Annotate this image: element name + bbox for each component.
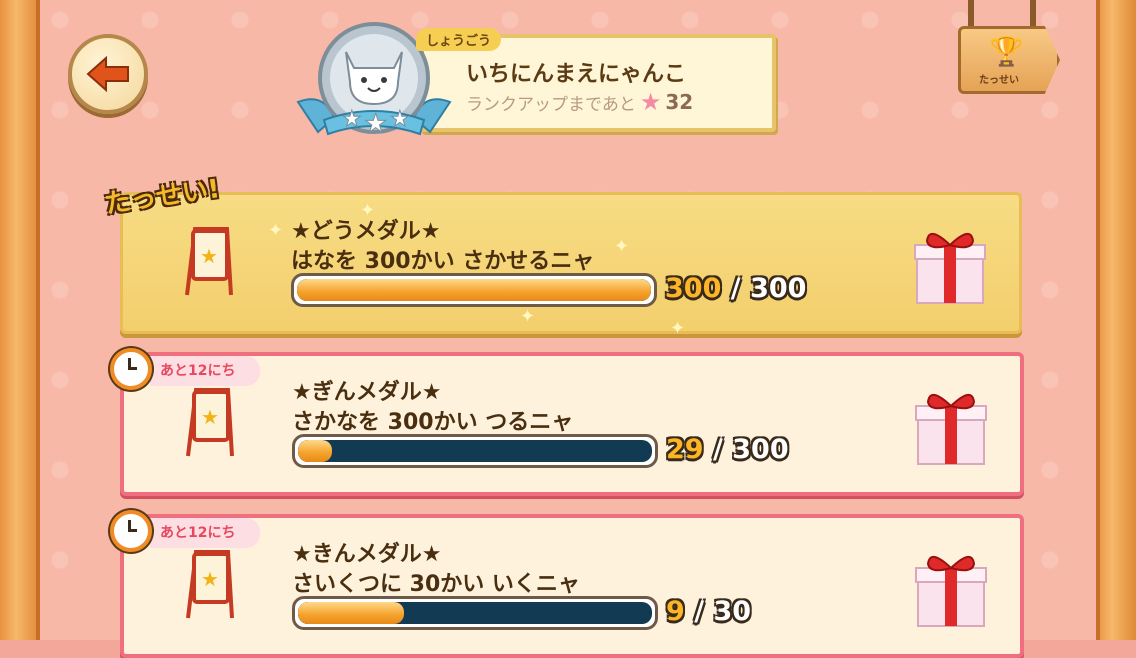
progress-target: 30 (713, 596, 752, 627)
progress-count: 29 / 300 (666, 434, 789, 465)
achievements-sign-button[interactable]: 🏆 たっせい (958, 26, 1060, 94)
progress-current: 29 (666, 434, 704, 465)
clock-icon (110, 510, 152, 552)
achievement-row: ★ ★どうメダル★ はなを 300かい さかせるニャ 300 / 300 (120, 192, 1022, 334)
gift-box-button[interactable] (914, 546, 988, 628)
svg-text:★: ★ (342, 107, 362, 132)
progress-separator: / (730, 273, 741, 304)
time-left-badge: あと12にち (150, 518, 260, 548)
progress-fill (298, 440, 333, 462)
svg-text:★: ★ (201, 405, 219, 429)
title-tag: しょうごう (416, 28, 502, 51)
task-text: さいくつに 30かい いくニャ (292, 572, 580, 597)
time-left-badge: あと12にち (150, 356, 260, 386)
svg-text:★: ★ (201, 567, 219, 591)
rank-up-info: ランクアップまであと ★ 32 (466, 88, 693, 116)
sparkle: ✦ (614, 236, 630, 257)
right-frame (1096, 0, 1136, 640)
achievements-sign-label: たっせい (979, 75, 1019, 86)
sparkle: ✦ (268, 220, 284, 241)
title-name: いちにんまえにゃんこ (466, 62, 687, 87)
progress-count: 300 / 300 (665, 273, 806, 304)
sparkle: ✦ (520, 306, 536, 327)
rank-up-label: ランクアップまであと (466, 94, 636, 115)
svg-text:★: ★ (364, 109, 387, 139)
trophy-icon: 🏆 (989, 35, 1024, 68)
signboard-icon: ★ (185, 227, 233, 296)
medal-name: ★ぎんメダル★ (292, 380, 442, 405)
progress-bar (292, 596, 658, 630)
left-frame (0, 0, 40, 640)
progress-current: 9 (666, 596, 685, 627)
progress-bar (292, 434, 658, 468)
progress-separator: / (694, 596, 705, 627)
svg-text:★: ★ (200, 244, 218, 268)
signboard-icon: ★ (186, 388, 234, 457)
clock-icon (110, 348, 152, 390)
gift-box-button[interactable] (914, 384, 988, 466)
back-arrow-icon (86, 56, 129, 92)
task-text: さかなを 300かい つるニャ (292, 410, 574, 435)
pink-star-icon: ★ (639, 88, 662, 116)
sparkle: ✦ (670, 318, 686, 339)
progress-fill (298, 602, 405, 624)
medal-name: ★きんメダル★ (292, 542, 442, 567)
sparkle: ✦ (360, 200, 376, 221)
back-button[interactable] (68, 34, 148, 114)
progress-count: 9 / 30 (666, 596, 751, 627)
progress-fill (297, 279, 651, 301)
signboard-icon: ★ (186, 550, 234, 619)
rank-up-count: 32 (665, 90, 694, 114)
progress-bar (291, 273, 657, 307)
svg-text:★: ★ (390, 107, 410, 132)
progress-target: 300 (750, 273, 807, 304)
task-text: はなを 300かい さかせるニャ (291, 249, 595, 274)
progress-current: 300 (665, 273, 722, 304)
progress-target: 300 (732, 434, 789, 465)
gift-box-button[interactable] (913, 223, 987, 305)
progress-separator: / (712, 434, 723, 465)
